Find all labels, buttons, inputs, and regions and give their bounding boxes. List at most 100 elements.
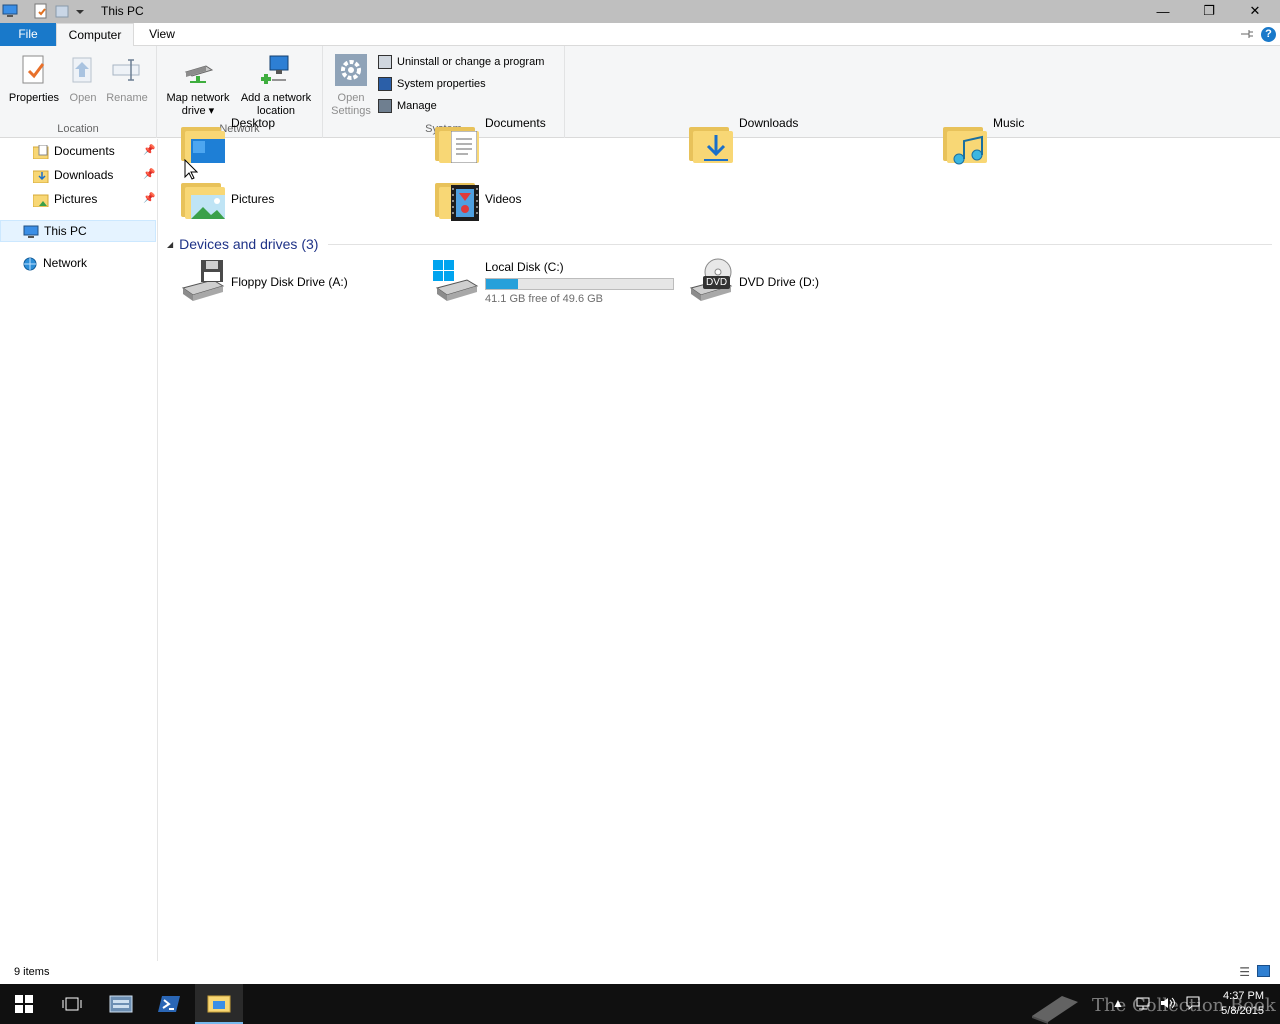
maximize-icon: ❐ bbox=[1203, 3, 1215, 18]
file-explorer-icon bbox=[207, 995, 231, 1013]
tab-file[interactable]: File bbox=[0, 23, 56, 46]
map-network-drive-button[interactable]: Map network drive ▾ bbox=[162, 50, 234, 118]
quick-access-dropdown-icon[interactable] bbox=[74, 3, 86, 19]
start-button[interactable] bbox=[0, 984, 48, 1024]
network-drive-icon bbox=[182, 54, 214, 86]
add-network-location-button[interactable]: Add a network location bbox=[237, 50, 315, 118]
action-center-icon[interactable] bbox=[1186, 996, 1200, 1011]
powershell-icon bbox=[158, 996, 180, 1012]
drive-tile-floppy[interactable]: Floppy Disk Drive (A:) bbox=[179, 258, 419, 306]
collapse-triangle-icon[interactable]: ◢ bbox=[167, 240, 173, 249]
drive-label: DVD Drive (D:) bbox=[739, 275, 819, 289]
windows-logo-icon bbox=[15, 995, 33, 1013]
rename-icon bbox=[111, 54, 143, 86]
system-properties-button[interactable]: System properties bbox=[378, 75, 486, 93]
network-location-icon bbox=[260, 54, 292, 86]
floppy-drive-icon bbox=[179, 258, 227, 306]
manage-label: Manage bbox=[397, 100, 437, 112]
downloads-folder-icon bbox=[32, 168, 49, 184]
pin-icon[interactable]: 📌 bbox=[143, 145, 155, 156]
item-count: 9 items bbox=[14, 966, 50, 978]
manage-button[interactable]: Manage bbox=[378, 97, 437, 115]
folder-label: Downloads bbox=[739, 116, 799, 130]
taskbar-clock[interactable]: 4:37 PM 5/8/2015 bbox=[1221, 989, 1264, 1019]
mouse-cursor-icon bbox=[184, 159, 198, 180]
task-view-button[interactable] bbox=[48, 984, 96, 1024]
quick-access-properties-icon[interactable] bbox=[33, 3, 49, 19]
nav-label: Network bbox=[43, 256, 88, 270]
computer-icon bbox=[23, 224, 39, 238]
folder-tile-documents[interactable]: Documents bbox=[433, 116, 673, 167]
show-hidden-icons-icon[interactable]: ▲ bbox=[1112, 996, 1126, 1010]
folder-label: Pictures bbox=[231, 192, 275, 206]
maximize-button[interactable]: ❐ bbox=[1186, 0, 1232, 22]
pin-icon[interactable]: 📌 bbox=[143, 193, 155, 204]
nav-item-network[interactable]: Network bbox=[22, 252, 87, 274]
large-icons-view-icon[interactable] bbox=[1257, 965, 1270, 977]
map-network-drive-label-2: drive ▾ bbox=[181, 105, 215, 117]
file-explorer-button[interactable] bbox=[195, 984, 243, 1024]
drive-tile-local-disk[interactable]: Local Disk (C:) 41.1 GB free of 49.6 GB bbox=[433, 258, 683, 306]
nav-item-documents[interactable]: Documents bbox=[32, 140, 115, 162]
server-manager-button[interactable] bbox=[97, 984, 145, 1024]
folder-tile-music[interactable]: Music bbox=[941, 116, 1181, 167]
open-settings-button[interactable]: Open Settings bbox=[329, 50, 373, 118]
folder-label: Videos bbox=[485, 192, 522, 206]
network-tray-icon[interactable] bbox=[1136, 996, 1150, 1010]
properties-label: Properties bbox=[8, 92, 60, 104]
group-divider bbox=[328, 243, 1272, 245]
ribbon-collapse-icon[interactable] bbox=[1240, 28, 1254, 43]
tab-computer[interactable]: Computer bbox=[56, 23, 134, 47]
window-title: This PC bbox=[101, 4, 144, 18]
videos-folder-icon bbox=[433, 175, 481, 223]
rename-button[interactable]: Rename bbox=[104, 50, 150, 105]
add-network-location-label-1: Add a network bbox=[240, 92, 312, 104]
drive-usage-fill bbox=[486, 278, 518, 289]
gear-icon bbox=[335, 54, 367, 86]
system-properties-icon bbox=[378, 77, 392, 91]
folder-tile-downloads[interactable]: Downloads bbox=[687, 116, 927, 167]
quick-access-new-folder-icon[interactable] bbox=[54, 3, 70, 19]
ribbon-group-location: Properties Open Rename Location bbox=[0, 46, 157, 138]
nav-label: Documents bbox=[54, 144, 115, 158]
tab-view[interactable]: View bbox=[140, 23, 184, 46]
nav-item-this-pc[interactable]: This PC bbox=[0, 220, 156, 242]
help-icon[interactable]: ? bbox=[1261, 27, 1276, 42]
content-area: Desktop Documents Downloads Music Pictur… bbox=[159, 116, 1280, 961]
pin-icon[interactable]: 📌 bbox=[143, 169, 155, 180]
open-label: Open bbox=[69, 92, 97, 104]
navigation-pane: Documents 📌 Downloads 📌 Pictures 📌 This … bbox=[0, 139, 158, 961]
details-view-icon[interactable]: ☰ bbox=[1239, 965, 1250, 979]
folder-tile-pictures[interactable]: Pictures bbox=[179, 175, 419, 223]
open-settings-label-2: Settings bbox=[331, 105, 371, 117]
folder-label: Desktop bbox=[231, 116, 276, 130]
book-watermark-icon bbox=[1032, 996, 1078, 1024]
close-button[interactable]: ✕ bbox=[1232, 0, 1278, 22]
drive-tile-dvd[interactable]: DVD DVD Drive (D:) bbox=[687, 258, 927, 306]
local-disk-icon bbox=[433, 258, 481, 306]
server-manager-icon bbox=[109, 995, 133, 1013]
dvd-drive-icon: DVD bbox=[687, 258, 735, 306]
minimize-button[interactable]: — bbox=[1140, 0, 1186, 22]
folder-tile-desktop[interactable]: Desktop bbox=[179, 116, 419, 167]
devices-group-header[interactable]: ◢ Devices and drives (3) bbox=[167, 234, 1272, 254]
properties-button[interactable]: Properties bbox=[4, 50, 64, 105]
drive-label: Floppy Disk Drive (A:) bbox=[231, 275, 348, 289]
network-icon bbox=[22, 256, 38, 271]
nav-item-pictures[interactable]: Pictures bbox=[32, 188, 98, 210]
open-button[interactable]: Open bbox=[66, 50, 100, 105]
nav-label: This PC bbox=[44, 224, 87, 238]
nav-label: Pictures bbox=[54, 192, 98, 206]
volume-icon[interactable] bbox=[1160, 996, 1175, 1010]
pictures-folder-icon bbox=[179, 175, 227, 223]
nav-item-downloads[interactable]: Downloads bbox=[32, 164, 113, 186]
powershell-button[interactable] bbox=[146, 984, 194, 1024]
status-bar: 9 items ☰ bbox=[0, 961, 1280, 984]
documents-folder-icon bbox=[433, 119, 481, 167]
title-bar: This PC — ❐ ✕ bbox=[0, 0, 1280, 23]
location-group-label: Location bbox=[57, 123, 99, 135]
folder-label: Documents bbox=[485, 116, 546, 130]
folder-tile-videos[interactable]: Videos bbox=[433, 175, 673, 223]
this-pc-icon[interactable] bbox=[2, 3, 18, 19]
uninstall-program-button[interactable]: Uninstall or change a program bbox=[378, 53, 544, 71]
